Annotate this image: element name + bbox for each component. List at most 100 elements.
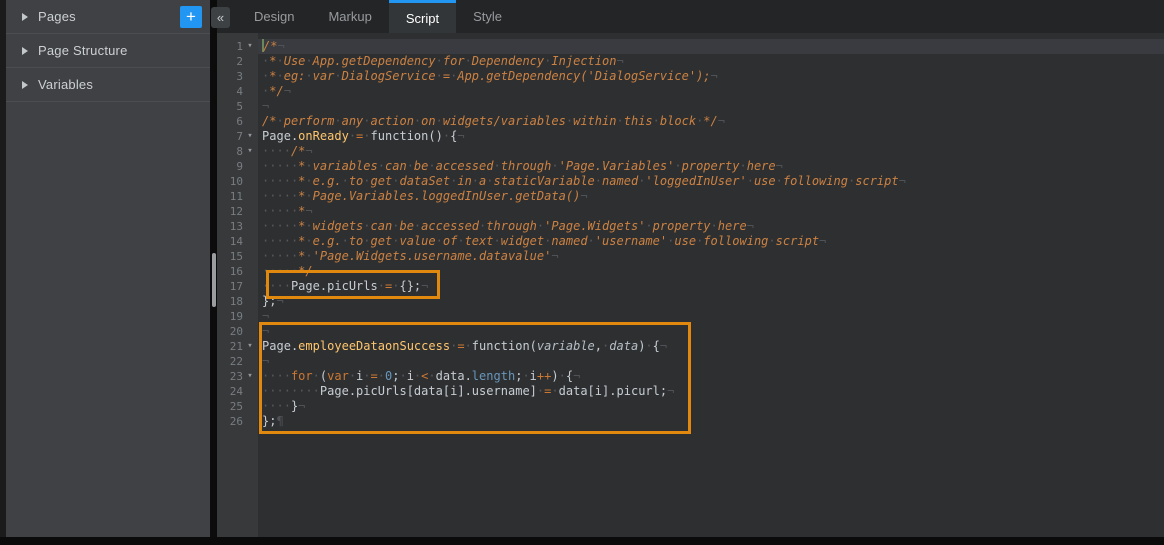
- code-token: ·····*·e.g.·to·get·dataSet·in·a·staticVa…: [262, 174, 899, 188]
- whitespace-dot: ·: [465, 54, 472, 68]
- line-number: 11: [217, 189, 243, 204]
- whitespace-dot: ·: [436, 114, 443, 128]
- whitespace-dot: ·: [544, 234, 551, 248]
- code-area[interactable]: /*¬·*·Use·App.getDependency·for·Dependen…: [258, 33, 1164, 537]
- code-line[interactable]: Page.employeeDataonSuccess·=·function(va…: [258, 339, 1164, 354]
- fold-arrow-icon[interactable]: ▾: [243, 339, 257, 354]
- whitespace-dot: ·: [334, 114, 341, 128]
- fold-gutter: [243, 84, 257, 99]
- fold-gutter: [243, 69, 257, 84]
- whitespace-dot: ·: [276, 369, 283, 383]
- line-number: 5: [217, 99, 243, 114]
- whitespace-dot: ·: [407, 159, 414, 173]
- code-token: ;·i·: [392, 369, 421, 383]
- end-of-line-marker: ¬: [667, 384, 674, 398]
- sidebar-item-variables[interactable]: Variables: [6, 68, 210, 102]
- fold-arrow-icon[interactable]: ▾: [243, 39, 257, 54]
- script-editor[interactable]: 1▾234567▾8▾9101112131415161718192021▾222…: [217, 33, 1164, 537]
- end-of-line-marker: ¬: [262, 354, 269, 368]
- code-line[interactable]: ·····*·Page.Variables.loggedInUser.getDa…: [258, 189, 1164, 204]
- code-line[interactable]: ·····*/¬: [258, 264, 1164, 279]
- fold-gutter: [243, 384, 257, 399]
- code-line[interactable]: Page.onReady·=·function()·{¬: [258, 129, 1164, 144]
- whitespace-dot: ·: [768, 234, 775, 248]
- end-of-line-marker: ¬: [262, 309, 269, 323]
- whitespace-dot: ·: [363, 129, 370, 143]
- fold-arrow-icon[interactable]: ▾: [243, 129, 257, 144]
- tab-style[interactable]: Style: [456, 0, 519, 33]
- fold-arrow-icon[interactable]: ▾: [243, 144, 257, 159]
- whitespace-dot: ·: [378, 279, 385, 293]
- code-line[interactable]: ····Page.picUrls·=·{};¬: [258, 279, 1164, 294]
- whitespace-dot: ·: [414, 114, 421, 128]
- code-line[interactable]: ····}¬: [258, 399, 1164, 414]
- whitespace-dot: ·: [457, 234, 464, 248]
- main-panel: Design Markup Script Style 1▾234567▾8▾91…: [217, 0, 1164, 537]
- whitespace-dot: ·: [284, 249, 291, 263]
- whitespace-dot: ·: [667, 234, 674, 248]
- whitespace-dot: ·: [544, 54, 551, 68]
- code-line[interactable]: ¬: [258, 354, 1164, 369]
- tab-markup[interactable]: Markup: [311, 0, 388, 33]
- code-line[interactable]: };¬: [258, 294, 1164, 309]
- whitespace-dot: ·: [711, 219, 718, 233]
- whitespace-dot: ·: [276, 234, 283, 248]
- line-number: 19: [217, 309, 243, 324]
- code-line[interactable]: ¬: [258, 309, 1164, 324]
- fold-arrow-icon[interactable]: ▾: [243, 369, 257, 384]
- fold-gutter: [243, 54, 257, 69]
- code-token: ·i·: [349, 369, 371, 383]
- line-number: 2: [217, 54, 243, 69]
- whitespace-dot: ·: [696, 114, 703, 128]
- code-token: ·data[i].picurl;: [551, 384, 667, 398]
- whitespace-dot: ·: [595, 174, 602, 188]
- whitespace-dot: ·: [349, 369, 356, 383]
- whitespace-dot: ·: [450, 174, 457, 188]
- code-token: ·····*·widgets·can·be·accessed·through·'…: [262, 219, 747, 233]
- code-line[interactable]: ·*·Use·App.getDependency·for·Dependency·…: [258, 54, 1164, 69]
- end-of-line-marker: ¬: [421, 279, 428, 293]
- whitespace-dot: ·: [486, 174, 493, 188]
- code-line[interactable]: ·····*·e.g.·to·get·value·of·text·widget·…: [258, 234, 1164, 249]
- sidebar-item-label: Pages: [38, 9, 180, 24]
- code-line[interactable]: ·*/¬: [258, 84, 1164, 99]
- whitespace-dot: ·: [378, 159, 385, 173]
- tab-design[interactable]: Design: [237, 0, 311, 33]
- code-token: ·*·eg:·var·DialogService·=·App.getDepend…: [262, 69, 711, 83]
- code-token: ·····*·variables·can·be·accessed·through…: [262, 159, 776, 173]
- code-line[interactable]: ·*·eg:·var·DialogService·=·App.getDepend…: [258, 69, 1164, 84]
- add-page-button[interactable]: +: [180, 6, 202, 28]
- scrollbar-thumb[interactable]: [212, 253, 216, 307]
- whitespace-dot: ·: [696, 234, 703, 248]
- line-number: 12: [217, 204, 243, 219]
- code-line[interactable]: ····/*¬: [258, 144, 1164, 159]
- whitespace-dot: ·: [305, 69, 312, 83]
- fold-gutter: [243, 234, 257, 249]
- code-line[interactable]: /*·perform·any·action·on·widgets/variabl…: [258, 114, 1164, 129]
- code-line[interactable]: ¬: [258, 99, 1164, 114]
- code-line[interactable]: ·····*¬: [258, 204, 1164, 219]
- code-token: ·····*/: [262, 264, 313, 278]
- code-line[interactable]: /*¬: [258, 39, 1164, 54]
- whitespace-dot: ·: [522, 369, 529, 383]
- whitespace-dot: ·: [551, 159, 558, 173]
- code-line[interactable]: ·····*·'Page.Widgets.username.datavalue'…: [258, 249, 1164, 264]
- sidebar-item-page-structure[interactable]: Page Structure: [6, 34, 210, 68]
- collapse-sidebar-button[interactable]: «: [211, 7, 230, 28]
- sidebar-item-pages[interactable]: Pages +: [6, 0, 210, 34]
- whitespace-dot: ·: [428, 159, 435, 173]
- end-of-file-marker: ¶: [276, 414, 283, 428]
- whitespace-dot: ·: [276, 204, 283, 218]
- end-of-line-marker: ¬: [819, 234, 826, 248]
- chevron-right-icon: [22, 13, 28, 21]
- end-of-line-marker: ¬: [284, 84, 291, 98]
- code-line[interactable]: ········Page.picUrls[data[i].username]·=…: [258, 384, 1164, 399]
- code-line[interactable]: ¬: [258, 324, 1164, 339]
- tab-script[interactable]: Script: [389, 0, 456, 33]
- code-line[interactable]: ····for·(var·i·=·0;·i·<·data.length;·i++…: [258, 369, 1164, 384]
- code-line[interactable]: ·····*·widgets·can·be·accessed·through·'…: [258, 219, 1164, 234]
- end-of-line-marker: ¬: [718, 114, 725, 128]
- code-line[interactable]: };¶: [258, 414, 1164, 429]
- code-line[interactable]: ·····*·e.g.·to·get·dataSet·in·a·staticVa…: [258, 174, 1164, 189]
- code-line[interactable]: ·····*·variables·can·be·accessed·through…: [258, 159, 1164, 174]
